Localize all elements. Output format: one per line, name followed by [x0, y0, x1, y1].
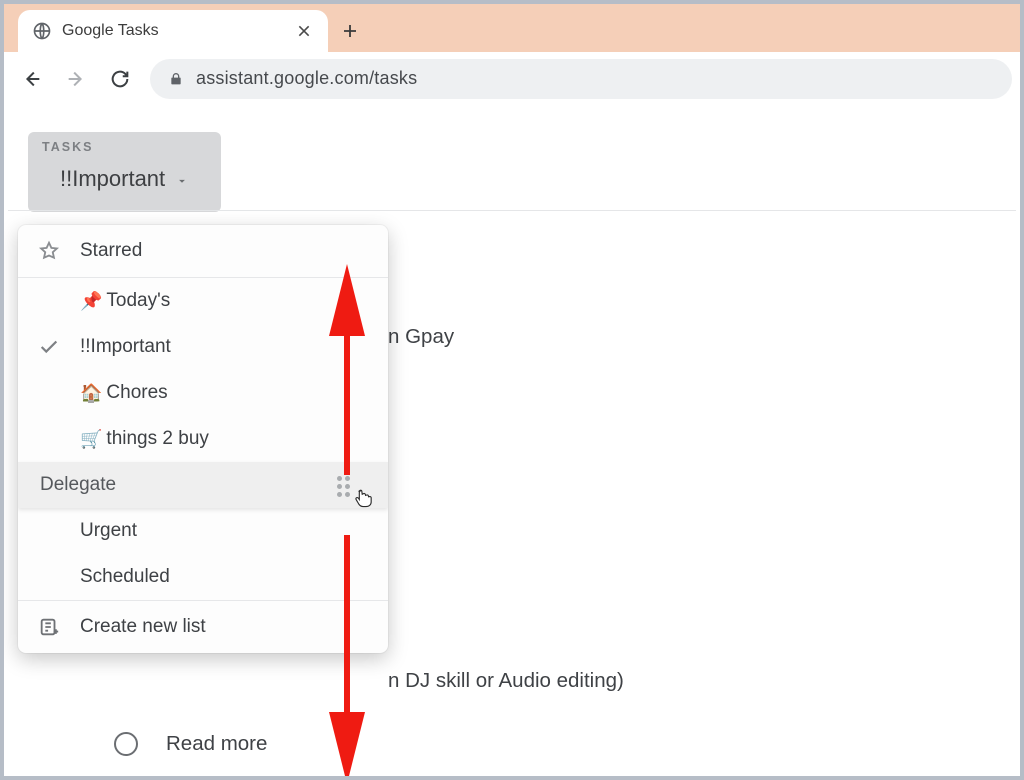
dropdown-list-item-selected[interactable]: !!Important [18, 324, 388, 370]
task-text-fragment: n Gpay [388, 325, 454, 349]
tab-title: Google Tasks [62, 22, 286, 40]
dropdown-item-label: Create new list [80, 616, 370, 638]
dropdown-item-label: Urgent [80, 520, 370, 542]
dropdown-item-label: Delegate [40, 474, 370, 496]
lock-icon [168, 71, 184, 87]
new-tab-button[interactable] [328, 10, 372, 52]
dropdown-item-label: Starred [80, 240, 370, 262]
current-list-name: !!Important [60, 166, 165, 192]
globe-icon [32, 21, 52, 41]
caret-down-icon [175, 172, 189, 186]
back-button[interactable] [12, 59, 52, 99]
address-bar[interactable]: assistant.google.com/tasks [150, 59, 1012, 99]
task-text-fragment: n DJ skill or Audio editing) [388, 669, 624, 693]
dropdown-starred[interactable]: Starred [18, 225, 388, 277]
url-text: assistant.google.com/tasks [196, 68, 417, 89]
tasks-label: TASKS [42, 140, 207, 154]
task-checkbox[interactable] [114, 732, 138, 756]
forward-button [56, 59, 96, 99]
dropdown-item-label: Today's [106, 290, 370, 312]
dropdown-list-item[interactable]: 🛒things 2 buy [18, 416, 388, 462]
reload-button[interactable] [100, 59, 140, 99]
dropdown-list-item[interactable]: Urgent [18, 508, 388, 554]
pin-icon: 📌 [80, 291, 102, 312]
drag-handle-icon[interactable] [337, 476, 350, 497]
task-list-selector[interactable]: TASKS !!Important [28, 132, 221, 212]
browser-tab-strip: Google Tasks [4, 4, 1020, 52]
task-row-fragment: n Gpay [388, 325, 454, 349]
close-tab-icon[interactable] [296, 23, 312, 39]
task-text: Read more [166, 732, 267, 756]
header-divider [8, 210, 1016, 211]
dropdown-item-label: things 2 buy [106, 428, 370, 450]
dropdown-list-item-hover[interactable]: Delegate [18, 462, 388, 508]
house-icon: 🏠 [80, 383, 102, 404]
browser-tab[interactable]: Google Tasks [18, 10, 328, 52]
create-list-icon [36, 616, 62, 638]
task-row-fragment: n DJ skill or Audio editing) [388, 669, 624, 693]
create-new-list[interactable]: Create new list [18, 601, 388, 653]
task-row[interactable]: Read more [114, 732, 267, 756]
dropdown-list-item[interactable]: Scheduled [18, 554, 388, 600]
check-icon [36, 336, 62, 358]
page-content: TASKS !!Important n Gpay n DJ skill or A… [8, 110, 1016, 772]
dropdown-item-label: Chores [106, 382, 370, 404]
cart-icon: 🛒 [80, 429, 102, 450]
dropdown-item-label: !!Important [80, 336, 370, 358]
browser-toolbar: assistant.google.com/tasks [4, 52, 1020, 106]
list-dropdown-panel: Starred 📌Today's !!Important 🏠Chores 🛒th… [18, 225, 388, 653]
dropdown-item-label: Scheduled [80, 566, 370, 588]
dropdown-list-item[interactable]: 📌Today's [18, 278, 388, 324]
dropdown-list-item[interactable]: 🏠Chores [18, 370, 388, 416]
star-icon [36, 240, 62, 262]
cursor-icon [352, 486, 378, 512]
